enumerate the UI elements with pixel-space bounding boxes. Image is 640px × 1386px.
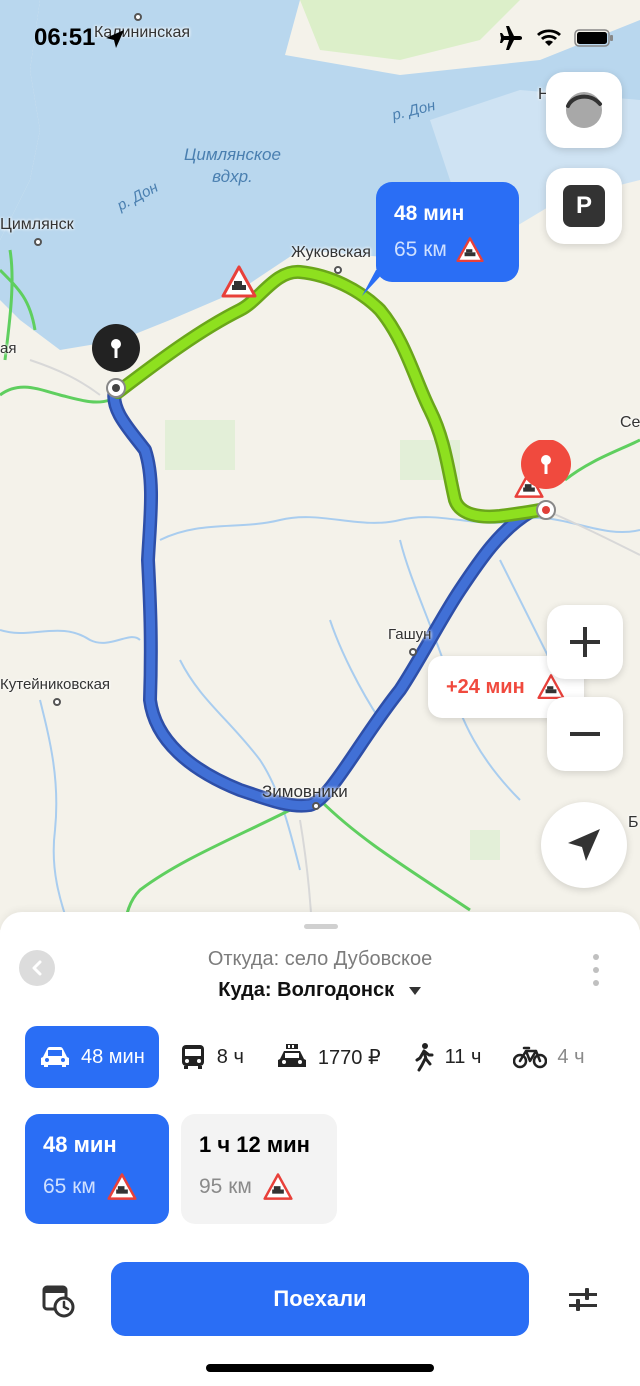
reservoir-label-line2: вдхр. [212,167,253,186]
my-location-button[interactable] [541,802,627,888]
caret-down-icon [408,987,421,995]
route-settings-button[interactable] [563,1280,603,1320]
schedule-button[interactable] [38,1280,78,1320]
more-dot [593,954,599,960]
parking-button[interactable]: P [546,168,622,244]
ferry-warning-icon [107,1173,137,1200]
route-variant-time: 48 мин [43,1132,117,1157]
route-variant-card[interactable]: 1 ч 12 мин 95 км [181,1114,337,1224]
mode-tab-car[interactable]: 48 мин [25,1026,159,1088]
location-arrow-icon [106,30,124,48]
to-field[interactable]: Куда: Волгодонск [0,979,640,1002]
layers-icon [566,92,602,128]
route-callout[interactable]: 48 мин 65 км [376,182,519,282]
zoom-out-button[interactable] [547,697,623,771]
map-label-gashun: Гашун [388,626,432,643]
taxi-icon [277,1044,306,1067]
more-options-button[interactable] [590,954,602,986]
mode-tab-taxi-label: 1770 ₽ [317,1046,381,1069]
ferry-warning-icon [263,1173,293,1200]
map-label-b: Б [628,814,639,831]
mode-tab-walk[interactable]: 11 ч [413,1026,482,1088]
more-dot [593,967,599,973]
airplane-icon [500,26,522,50]
map-label-zimovniki: Зимовники [262,782,348,801]
mode-tab-walk-label: 11 ч [444,1045,482,1068]
start-pin-icon[interactable] [90,324,142,409]
route-callout-distance: 65 км [394,238,447,261]
map-label-tsimlyansk: Цимлянск [0,216,74,233]
route-sheet[interactable]: Откуда: село Дубовское Куда: Волгодонск … [0,912,640,1386]
go-button[interactable]: Поехали [111,1262,529,1336]
bus-icon [181,1045,204,1069]
transport-mode-tabs: 48 мин 8 ч 1770 ₽ 11 ч 4 ч [25,1026,617,1088]
plus-icon [570,627,600,657]
map-view[interactable]: Калининская Цимлянск ая Жуковская Гашун … [0,0,640,930]
navigation-arrow-icon [568,829,600,861]
map-label-se: Се [620,414,640,431]
route-variant-time: 1 ч 12 мин [199,1132,310,1157]
alt-route-delta: +24 мин [446,675,525,698]
home-indicator[interactable] [206,1364,434,1372]
ferry-warning-icon [220,264,258,305]
mode-tab-car-label: 48 мин [81,1045,145,1068]
destination-pin-icon[interactable] [520,439,572,529]
zoom-in-button[interactable] [547,605,623,679]
route-variant-card[interactable]: 48 мин 65 км [25,1114,169,1224]
route-variant-distance-row: 95 км [199,1172,319,1202]
battery-icon [574,29,613,47]
bike-icon [513,1046,548,1069]
ferry-warning-icon [456,237,484,263]
mode-tab-taxi[interactable]: 1770 ₽ [276,1026,381,1088]
route-variants: 48 мин 65 км 1 ч 12 мин 95 км [25,1114,337,1224]
status-icons [498,26,614,50]
map-label-zhukovskaya: Жуковская [291,244,371,261]
route-callout-distance-row: 65 км [394,236,501,264]
walk-icon [415,1043,434,1072]
sheet-grabber[interactable] [304,924,338,929]
mode-tab-bike-label: 4 ч [557,1045,585,1068]
map-label-aya: ая [0,340,17,357]
mode-tab-bus-label: 8 ч [216,1045,244,1068]
wifi-icon [537,29,561,46]
reservoir-label: Цимлянское вдхр. [184,144,281,188]
mode-tab-bus[interactable]: 8 ч [179,1026,244,1088]
status-bar: 06:51 [0,0,640,80]
minus-icon [570,732,600,736]
more-dot [593,980,599,986]
route-variant-distance: 65 км [43,1175,96,1198]
sliders-icon [569,1288,597,1311]
route-variant-distance-row: 65 км [43,1172,151,1202]
reservoir-label-line1: Цимлянское [184,145,281,164]
mode-tab-bike[interactable]: 4 ч [513,1026,585,1088]
sheet-actions: Поехали [0,1262,640,1336]
to-field-label: Куда: Волгодонск [218,979,395,1001]
route-variant-distance: 95 км [199,1175,252,1198]
route-callout-time: 48 мин [394,202,465,225]
layers-button[interactable] [546,72,622,148]
parking-icon: P [563,185,605,227]
route-callout-tail [362,270,386,296]
calendar-clock-icon [42,1285,75,1318]
status-time: 06:51 [34,24,96,51]
from-field[interactable]: Откуда: село Дубовское [0,948,640,971]
car-icon [41,1047,69,1067]
map-label-kuteynikovskaya: Кутейниковская [0,676,111,693]
